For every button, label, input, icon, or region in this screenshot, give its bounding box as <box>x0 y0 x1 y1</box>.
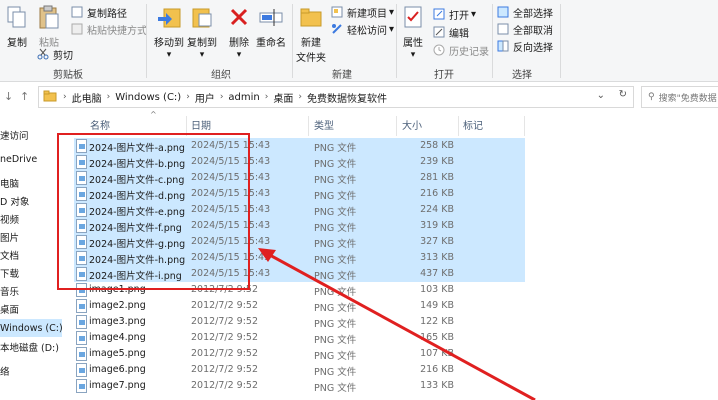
vertical-scrollbar[interactable] <box>708 112 718 400</box>
annotation-arrow <box>258 248 536 400</box>
